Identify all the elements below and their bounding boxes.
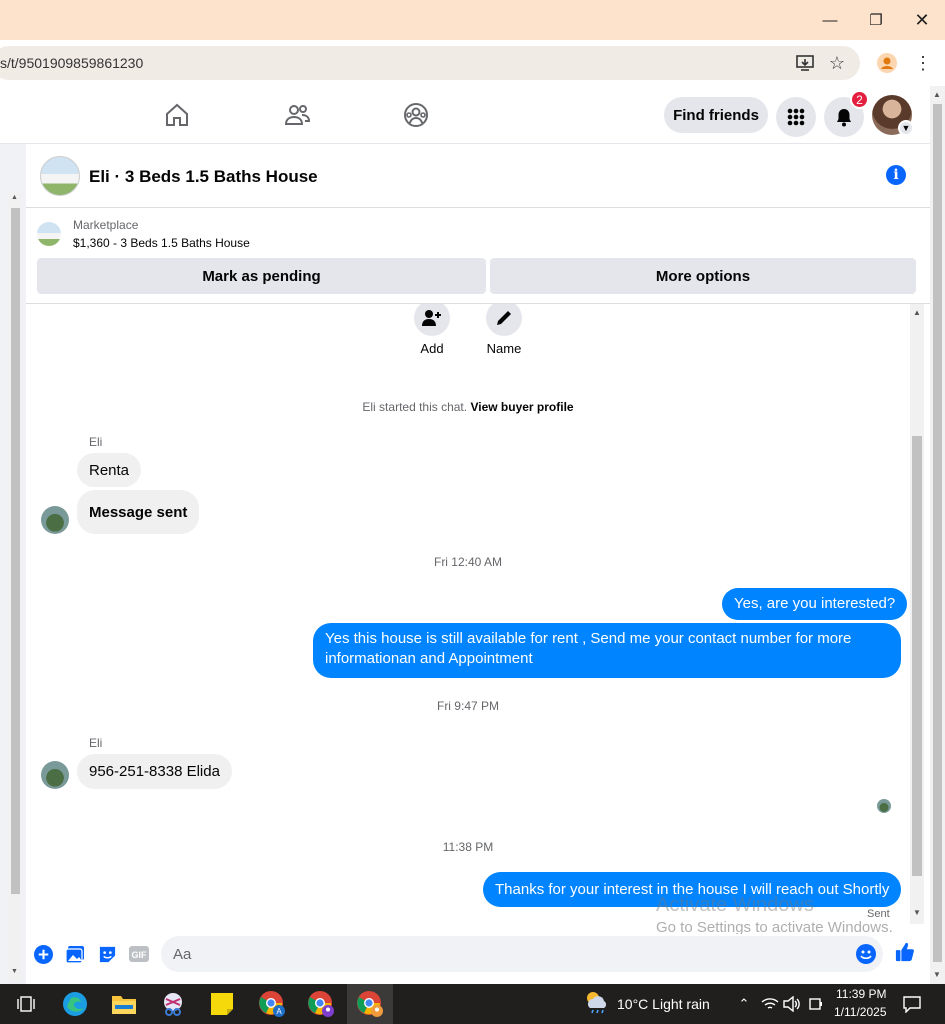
plus-icon[interactable] bbox=[33, 944, 53, 964]
listing-price-title[interactable]: $1,360 - 3 Beds 1.5 Baths House bbox=[73, 236, 250, 250]
chrome-profile-c-icon[interactable] bbox=[356, 990, 384, 1018]
find-friends-button[interactable]: Find friends bbox=[664, 97, 768, 133]
add-person-button[interactable] bbox=[414, 304, 450, 336]
more-options-button[interactable]: More options bbox=[490, 258, 916, 294]
weather-text[interactable]: 10°C Light rain bbox=[617, 996, 710, 1012]
account-chevron-down-icon[interactable]: ▼ bbox=[898, 120, 914, 136]
restore-button[interactable]: ❐ bbox=[861, 8, 891, 32]
message-bubble-sent[interactable]: Yes, are you interested? bbox=[722, 588, 908, 620]
eli-avatar[interactable] bbox=[41, 761, 69, 789]
timestamp: Fri 12:40 AM bbox=[433, 555, 503, 569]
battery-icon[interactable] bbox=[802, 990, 830, 1018]
timestamp: 11:38 PM bbox=[442, 840, 494, 854]
svg-text:A: A bbox=[276, 1007, 282, 1016]
timestamp: Fri 9:47 PM bbox=[436, 699, 499, 713]
notification-badge: 2 bbox=[850, 90, 869, 109]
chrome-profile-b-icon[interactable] bbox=[307, 990, 335, 1018]
emoji-icon[interactable] bbox=[856, 944, 876, 964]
url-text: s/t/9501909859861230 bbox=[0, 55, 144, 71]
file-explorer-icon[interactable] bbox=[110, 990, 138, 1018]
page-scrollbar[interactable]: ▲ ▼ bbox=[930, 86, 945, 984]
add-label: Add bbox=[420, 341, 444, 356]
windows-taskbar: A 10°C Light rain ⌃ 11:39 PM 1/11/2025 bbox=[0, 984, 945, 1024]
friends-icon[interactable] bbox=[282, 100, 312, 130]
listing-thumbnail[interactable] bbox=[37, 222, 61, 246]
bell-icon bbox=[837, 109, 851, 127]
grid-icon bbox=[787, 108, 805, 126]
clock-time[interactable]: 11:39 PM bbox=[836, 987, 886, 1001]
started-text: Eli started this chat. bbox=[362, 400, 468, 414]
sticky-notes-icon[interactable] bbox=[208, 990, 236, 1018]
info-icon[interactable]: i bbox=[886, 165, 906, 185]
browser-menu-icon[interactable]: ⋮ bbox=[912, 52, 934, 74]
message-composer: GIF Aa bbox=[26, 934, 930, 976]
marketplace-label: Marketplace bbox=[73, 218, 139, 232]
clock-date[interactable]: 1/11/2025 bbox=[834, 1005, 887, 1019]
add-person-icon bbox=[422, 310, 441, 326]
message-bubble[interactable]: Renta bbox=[77, 453, 142, 487]
chrome-profile-a-icon[interactable]: A bbox=[258, 990, 286, 1018]
message-list: Add Name Eli started this chat. View buy… bbox=[26, 304, 910, 934]
seen-receipt-avatar bbox=[877, 799, 891, 813]
left-scrollbar[interactable]: ▲ ▼ bbox=[9, 192, 22, 982]
like-thumb-icon[interactable] bbox=[895, 942, 915, 962]
message-bubble[interactable]: 956-251-8338 Elida bbox=[77, 754, 232, 789]
listing-avatar[interactable] bbox=[40, 156, 80, 196]
mark-as-pending-button[interactable]: Mark as pending bbox=[37, 258, 486, 294]
home-icon[interactable] bbox=[162, 100, 192, 130]
sender-name: Eli bbox=[89, 435, 103, 449]
view-buyer-profile-link[interactable]: View buyer profile bbox=[470, 400, 573, 414]
name-label: Name bbox=[486, 341, 522, 356]
edge-icon[interactable] bbox=[61, 990, 89, 1018]
close-button[interactable]: ✕ bbox=[907, 8, 937, 32]
pencil-icon bbox=[497, 311, 511, 325]
install-app-icon[interactable] bbox=[794, 52, 816, 74]
groups-icon[interactable] bbox=[401, 100, 431, 130]
sticker-icon[interactable] bbox=[97, 944, 117, 964]
menu-grid-button[interactable] bbox=[776, 97, 816, 137]
snipping-tool-icon[interactable] bbox=[159, 990, 187, 1018]
chat-header: Eli · 3 Beds 1.5 Baths House i bbox=[26, 144, 930, 208]
message-input[interactable]: Aa bbox=[161, 936, 883, 972]
gif-icon[interactable]: GIF bbox=[129, 944, 149, 964]
address-bar: s/t/9501909859861230 ☆ ⋮ bbox=[0, 40, 945, 86]
eli-avatar[interactable] bbox=[41, 506, 69, 534]
activate-windows-watermark: Activate Windows bbox=[656, 894, 814, 916]
minimize-button[interactable]: — bbox=[815, 8, 845, 32]
name-chat-button[interactable] bbox=[486, 304, 522, 336]
task-view-icon[interactable] bbox=[12, 990, 40, 1018]
sender-name: Eli bbox=[89, 736, 103, 750]
message-bubble-sent[interactable]: Yes this house is still available for re… bbox=[313, 623, 901, 678]
message-scrollbar[interactable]: ▲ ▼ bbox=[910, 304, 924, 924]
window-titlebar: — ❐ ✕ bbox=[0, 0, 945, 40]
message-bubble[interactable]: Message sent bbox=[77, 490, 200, 534]
notification-center-icon[interactable] bbox=[898, 990, 926, 1018]
weather-rain-icon[interactable] bbox=[582, 988, 610, 1016]
chat-started-notice: Eli started this chat. View buyer profil… bbox=[26, 400, 910, 414]
profile-icon[interactable] bbox=[876, 52, 898, 74]
svg-text:GIF: GIF bbox=[132, 950, 148, 960]
chat-title[interactable]: Eli · 3 Beds 1.5 Baths House bbox=[89, 167, 318, 187]
marketplace-panel: Marketplace $1,360 - 3 Beds 1.5 Baths Ho… bbox=[26, 208, 930, 304]
photo-icon[interactable] bbox=[65, 944, 85, 964]
tray-chevron-up-icon[interactable]: ⌃ bbox=[730, 990, 758, 1018]
url-field[interactable]: s/t/9501909859861230 bbox=[0, 46, 860, 80]
bookmark-star-icon[interactable]: ☆ bbox=[826, 52, 848, 74]
